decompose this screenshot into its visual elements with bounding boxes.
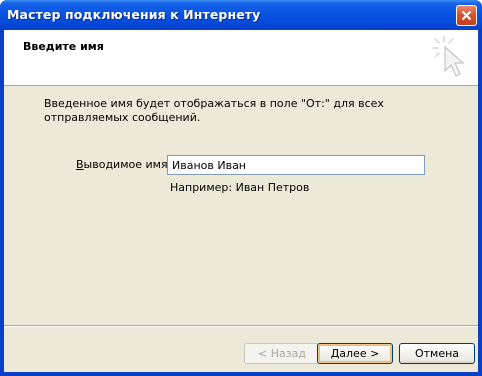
intro-text: Введенное имя будет отображаться в поле …: [44, 97, 384, 124]
window-frame-bottom: [0, 372, 482, 376]
wizard-window: Мастер подключения к Интернету Введите и…: [0, 0, 482, 376]
display-name-input[interactable]: [167, 155, 425, 175]
next-button[interactable]: Далее >: [317, 343, 393, 364]
page-title: Введите имя: [23, 40, 104, 53]
dialog-body: Введите имя Введенное имя будет отобража…: [4, 30, 478, 372]
example-text: Например: Иван Петров: [170, 181, 310, 194]
wizard-sparkle-cursor-icon: [432, 35, 465, 77]
back-button[interactable]: < Назад: [244, 343, 320, 364]
footer-separator: [4, 325, 478, 327]
display-name-label-hotkey: В: [76, 158, 84, 171]
close-icon: [461, 10, 472, 21]
display-name-label: Выводимое имя:: [76, 158, 171, 171]
window-title: Мастер подключения к Интернету: [7, 7, 261, 22]
wizard-header: Введите имя: [4, 30, 478, 86]
close-button[interactable]: [456, 5, 477, 26]
cancel-button[interactable]: Отмена: [399, 343, 475, 364]
title-bar[interactable]: Мастер подключения к Интернету: [0, 0, 482, 30]
display-name-label-text: ыводимое имя:: [83, 158, 172, 171]
